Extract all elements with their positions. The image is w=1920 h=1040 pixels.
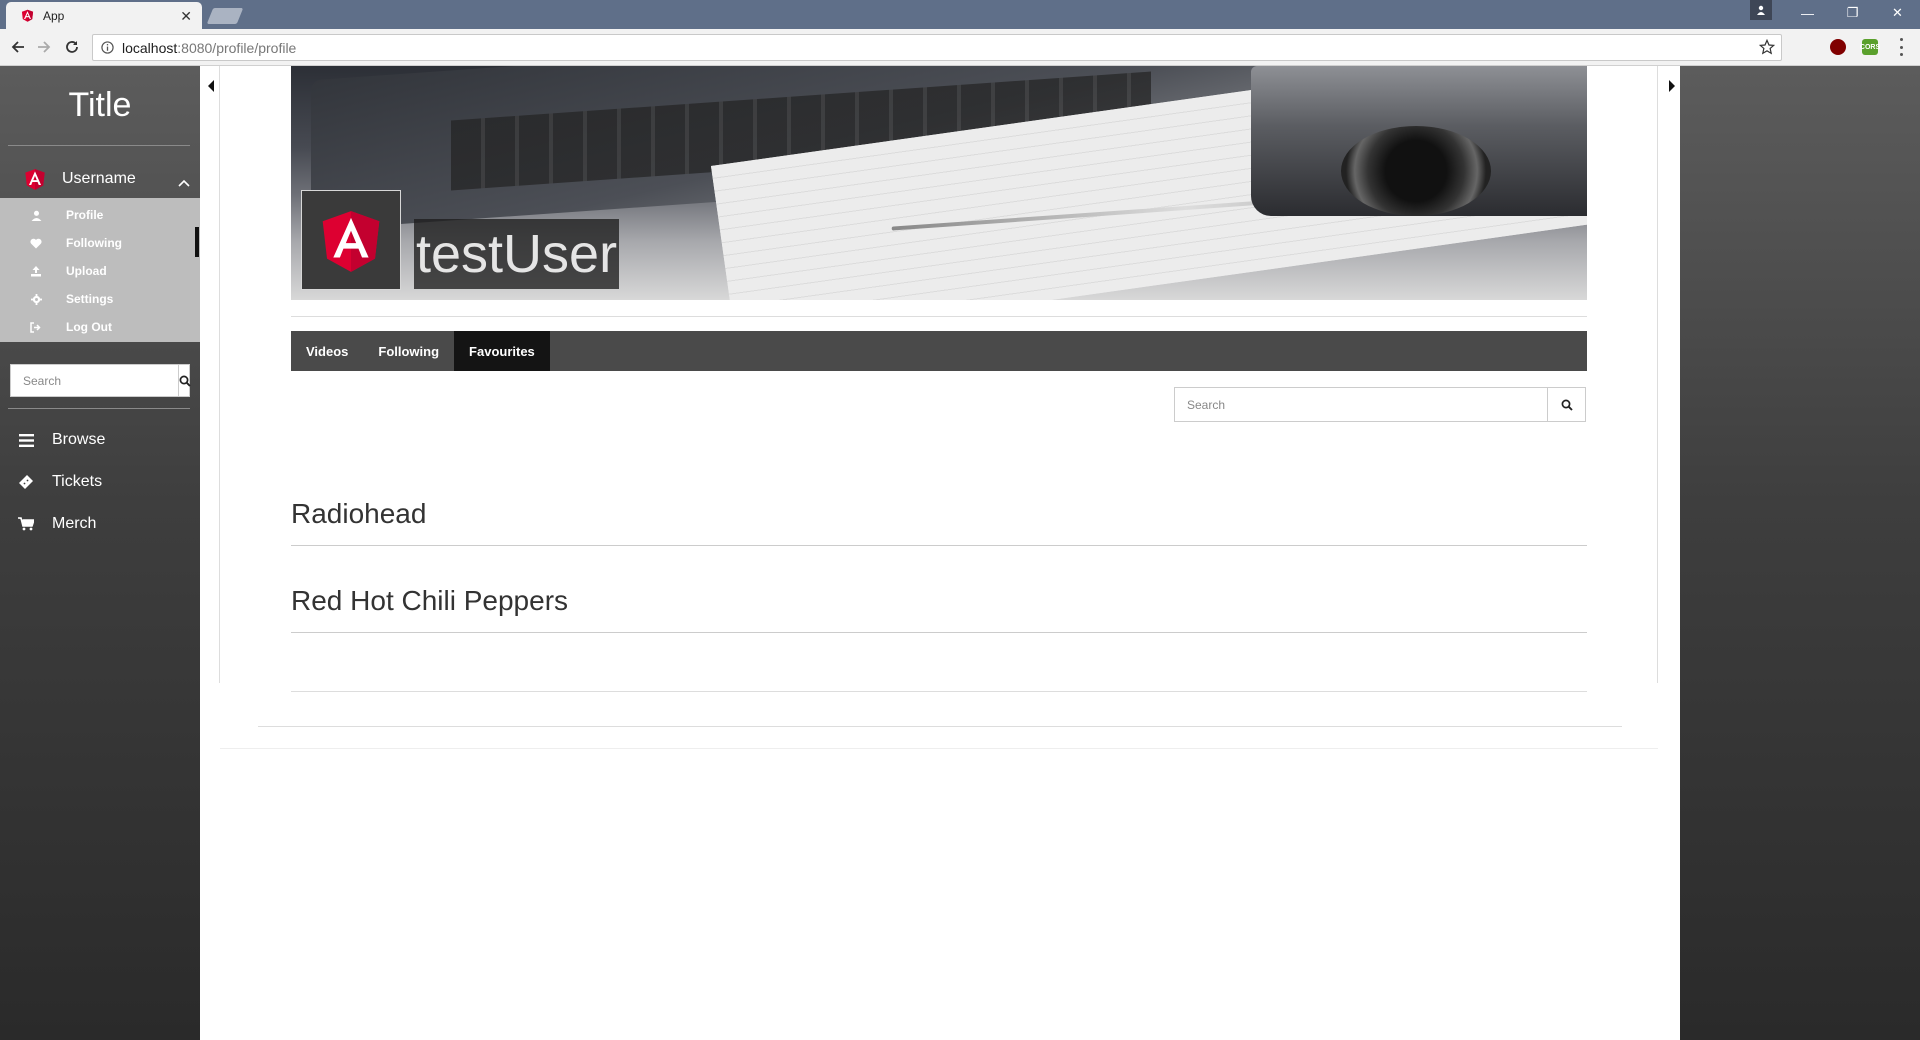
nav-item-merch[interactable]: Merch [0, 506, 200, 542]
url-text: localhost:8080/profile/profile [122, 40, 296, 56]
angular-favicon-icon [21, 9, 34, 22]
sidebar-search-input[interactable] [11, 365, 178, 396]
app-title: Title [68, 86, 132, 124]
new-tab-button[interactable] [206, 8, 244, 24]
active-indicator [195, 227, 199, 257]
restore-button[interactable]: ❐ [1830, 0, 1875, 26]
sidebar-divider [8, 145, 190, 146]
browser-tab[interactable]: App ✕ [6, 2, 202, 29]
submenu-item-upload[interactable]: Upload [0, 257, 200, 285]
collapse-left-icon[interactable] [208, 80, 214, 92]
angular-avatar-icon [322, 211, 380, 272]
tab-videos[interactable]: Videos [291, 331, 363, 371]
tab-title: App [43, 8, 65, 23]
chrome-menu-icon[interactable] [1900, 38, 1904, 56]
nav-label: Merch [52, 515, 97, 532]
user-submenu: Profile Following Upload Settings Log Ou… [0, 198, 200, 342]
submenu-label: Following [66, 236, 122, 250]
submenu-item-logout[interactable]: Log Out [0, 313, 200, 341]
banner-lens [1341, 126, 1491, 216]
chevron-up-icon[interactable] [178, 174, 190, 192]
angular-logo-icon [25, 169, 45, 190]
favourites-search-input[interactable] [1175, 388, 1547, 421]
url-host: localhost [122, 39, 178, 56]
submenu-label: Log Out [66, 320, 112, 334]
close-window-button[interactable]: ✕ [1875, 0, 1920, 26]
right-background [1680, 66, 1920, 1040]
left-gutter [200, 66, 220, 683]
ticket-icon [18, 474, 34, 490]
address-bar[interactable]: localhost:8080/profile/profile [92, 34, 1782, 61]
cart-icon [18, 516, 34, 532]
cors-extension-icon[interactable]: CORS [1860, 39, 1880, 55]
profile-username: testUser [414, 219, 620, 289]
sidebar-search [10, 364, 191, 397]
nav-item-tickets[interactable]: Tickets [0, 464, 200, 500]
window-controls: — ❐ ✕ [1785, 0, 1920, 26]
submenu-label: Upload [66, 264, 107, 278]
submenu-label: Settings [66, 292, 114, 306]
sidebar: Title Username Profile Following Upload … [0, 66, 200, 1040]
banner-divider [291, 316, 1587, 317]
info-icon[interactable] [101, 41, 114, 54]
tab-favourites[interactable]: Favourites [454, 331, 550, 371]
list-item[interactable]: Red Hot Chili Peppers [291, 563, 1587, 633]
tab-following[interactable]: Following [363, 331, 454, 371]
favourite-name: Radiohead [291, 498, 427, 529]
sidebar-divider [8, 408, 190, 409]
user-menu-toggle[interactable]: Username [0, 160, 200, 198]
bookmark-star-icon[interactable] [1758, 38, 1776, 60]
list-end-divider [291, 691, 1587, 692]
main-content: testUser Videos Following Favourites Rad… [200, 66, 1680, 1040]
nav-label: Tickets [52, 473, 103, 490]
favourites-search-button[interactable] [1547, 388, 1585, 421]
gear-icon [30, 293, 42, 305]
forward-arrow-icon[interactable] [34, 37, 54, 57]
content-frame-bottom [220, 748, 1658, 749]
profile-banner: testUser [291, 66, 1587, 300]
browser-toolbar: localhost:8080/profile/profile CORS [0, 29, 1920, 66]
back-arrow-icon[interactable] [8, 37, 28, 57]
submenu-item-settings[interactable]: Settings [0, 285, 200, 313]
logout-icon [30, 321, 42, 333]
nav-item-browse[interactable]: Browse [0, 422, 200, 458]
submenu-item-following[interactable]: Following [0, 229, 200, 257]
profile-tabs: Videos Following Favourites [291, 331, 1587, 371]
favourites-search [1174, 387, 1586, 422]
tab-close-icon[interactable]: ✕ [180, 9, 192, 23]
content-divider [258, 726, 1622, 727]
right-gutter [1657, 66, 1680, 683]
collapse-right-icon[interactable] [1669, 80, 1675, 92]
search-icon [1561, 399, 1573, 411]
profile-user-icon[interactable] [1750, 0, 1772, 20]
user-icon [30, 209, 42, 221]
upload-icon [30, 265, 42, 277]
nav-label: Browse [52, 431, 106, 448]
menu-icon [18, 432, 34, 448]
browser-tabstrip: App ✕ — ❐ ✕ [0, 0, 1920, 29]
list-item[interactable]: Radiohead [291, 476, 1587, 546]
heart-icon [30, 237, 42, 249]
profile-avatar[interactable] [301, 190, 401, 290]
submenu-label: Profile [66, 208, 104, 222]
submenu-item-profile[interactable]: Profile [0, 201, 200, 229]
ublock-extension-icon[interactable] [1830, 39, 1846, 55]
search-icon [179, 375, 191, 387]
minimize-button[interactable]: — [1785, 0, 1830, 26]
reload-icon[interactable] [62, 37, 82, 57]
favourite-name: Red Hot Chili Peppers [291, 585, 569, 616]
url-path: :8080/profile/profile [177, 39, 297, 56]
sidebar-username: Username [62, 170, 136, 187]
sidebar-search-button[interactable] [178, 365, 191, 396]
